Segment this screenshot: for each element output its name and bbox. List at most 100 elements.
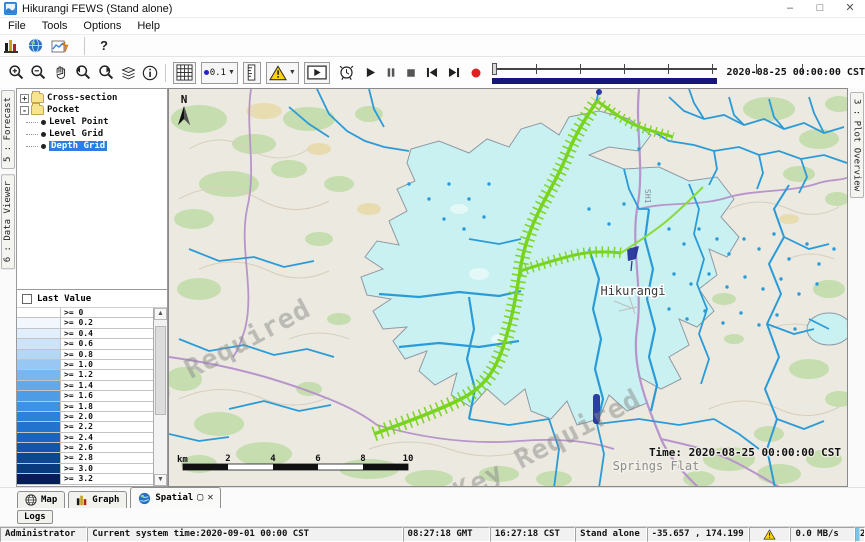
menu-tools[interactable]: Tools [34,19,76,33]
tree-node-pocket[interactable]: - Pocket [17,104,167,116]
play-button[interactable] [365,62,376,84]
tree-node-level-grid[interactable]: Level Grid [17,128,167,140]
tree-label: Level Point [49,117,109,127]
skip-to-end-button[interactable] [448,62,460,84]
status-download-rate: 0.0 MB/s [790,527,855,542]
svg-text:8: 8 [360,454,365,464]
animation-movie-button[interactable] [304,62,330,84]
tab-map[interactable]: Map [17,491,65,508]
tab-graph[interactable]: Graph [68,491,127,508]
bullet-icon [41,120,46,125]
map-viewport[interactable]: API Key Required API Key Required Hikura… [168,88,848,487]
record-button[interactable] [470,62,482,84]
toolbar-separator [84,37,85,55]
tab-forecast[interactable]: 5 : Forecast [1,90,15,169]
timeseries-import-button[interactable] [51,35,69,57]
blue-globe-icon [138,492,151,505]
legend-swatch [17,329,61,338]
expand-icon[interactable]: + [20,94,29,103]
tree-node-level-point[interactable]: Level Point [17,116,167,128]
scrollbar-thumb[interactable] [155,326,166,415]
legend-swatch [17,360,61,369]
timeline-track [492,68,717,70]
timeline-handle[interactable] [492,63,497,75]
menu-file[interactable]: File [0,19,34,33]
grid-icon [176,64,193,81]
svg-text:2: 2 [225,454,230,464]
tab-data-viewer[interactable]: 6 : Data Viewer [1,174,15,269]
folder-icon [31,93,44,103]
play-icon [365,67,376,78]
scroll-down-icon[interactable]: ▼ [154,474,167,486]
contour-interval-dropdown[interactable]: 0.1 ▼ [201,62,238,84]
skip-to-start-button[interactable] [426,62,438,84]
status-mode: Stand alone [575,527,646,542]
tab-spatial[interactable]: Spatial ▢ ✕ [130,487,221,508]
globe-icon [28,38,43,53]
grid-display-button[interactable] [173,62,196,84]
tree-connector [26,146,38,147]
interval-dot-icon [204,70,209,75]
tree-node-depth-grid[interactable]: Depth Grid [17,140,167,152]
legend-scrollbar[interactable]: ▲ ▼ [154,308,167,486]
logs-button[interactable]: Logs [17,510,53,524]
pan-button[interactable] [52,62,69,84]
zoom-next-button[interactable] [97,62,115,84]
scale-bar-button[interactable] [243,62,261,84]
zoom-previous-button[interactable] [74,62,92,84]
stop-button[interactable] [406,62,416,84]
legend-row: >= 2.0 [17,412,153,422]
collapse-icon[interactable]: - [20,106,29,115]
legend-row: >= 2.2 [17,422,153,432]
layer-tree: + Cross-section - Pocket Level Point Lev… [16,88,168,290]
minimize-button[interactable]: – [775,0,805,17]
database-viewer-button[interactable] [4,35,20,57]
status-warning-cell[interactable] [749,527,791,542]
close-button[interactable]: ✕ [835,0,865,17]
timeline-slider[interactable] [492,60,721,86]
right-tab-strip: 3 : Plot Overview [848,88,865,487]
legend-swatch [17,433,61,442]
zoom-in-button[interactable] [8,62,25,84]
layers-icon [120,64,137,81]
tree-label: Level Grid [49,129,103,139]
tab-maximize-icon[interactable]: ▢ [197,493,203,503]
legend-swatch [17,318,61,327]
legend-row: >= 0 [17,308,153,318]
svg-text:N: N [181,93,188,106]
tree-label: Cross-section [47,93,117,103]
tab-plot-overview[interactable]: 3 : Plot Overview [850,92,864,198]
map-display-button[interactable] [28,35,43,57]
wireframe-globe-icon [25,494,37,506]
zoom-out-button[interactable] [30,62,47,84]
window-title: Hikurangi FEWS (Stand alone) [22,3,775,15]
legend-row: >= 3.2 [17,474,153,484]
scroll-up-icon[interactable]: ▲ [154,308,167,320]
pause-button[interactable] [386,62,396,84]
legend-swatch [17,350,61,359]
legend-swatch [17,412,61,421]
menu-help[interactable]: Help [129,19,168,33]
animation-timer-button[interactable] [338,62,355,84]
info-button[interactable] [142,62,158,84]
help-button[interactable]: ? [100,35,108,57]
bullet-icon [41,144,46,149]
app-icon [4,2,17,15]
bullet-icon [41,132,46,137]
tab-spatial-label: Spatial [155,493,193,503]
zoom-next-icon [97,64,115,81]
maximize-button[interactable]: □ [805,0,835,17]
layers-button[interactable] [120,62,137,84]
status-coordinates: -35.657 , 174.199 [647,527,749,542]
legend-row: >= 2.8 [17,453,153,463]
spatial-map[interactable]: API Key Required API Key Required Hikura… [169,89,848,487]
alarm-clock-icon [338,64,355,81]
legend-swatch [17,308,61,317]
chevron-down-icon: ▼ [289,69,296,76]
menu-options[interactable]: Options [75,19,129,33]
status-gmt-time: 08:27:18 GMT [403,527,490,542]
last-value-checkbox[interactable] [22,294,32,304]
warning-threshold-dropdown[interactable]: ▼ [266,62,299,84]
tab-close-icon[interactable]: ✕ [207,493,213,503]
tree-connector [26,122,38,123]
